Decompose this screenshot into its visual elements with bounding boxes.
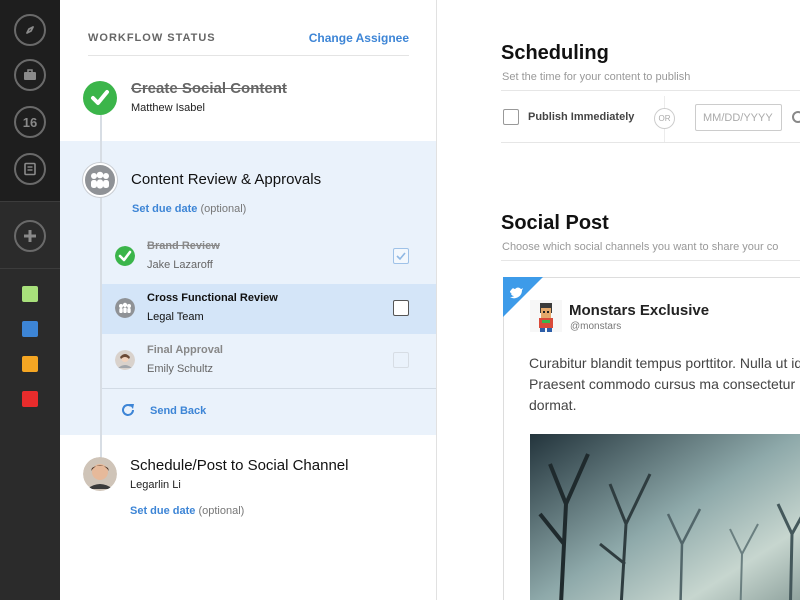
social-post-card[interactable]: Monstars Exclusive @monstars Curabitur b… [503,277,800,600]
step-title: Create Social Content [131,80,287,97]
swatch-blue[interactable] [22,321,38,337]
workflow-title: WORKFLOW STATUS [88,32,216,44]
rail-divider [0,268,60,269]
account-handle: @monstars [570,321,622,332]
scheduling-title: Scheduling [501,42,609,64]
rail-divider [0,201,60,202]
step-assignee: Matthew Isabel [131,102,205,114]
subtask-assignee: Legal Team [147,311,204,323]
due-date: Set due date (optional) [132,203,246,215]
check-icon [83,81,117,115]
account-name: Monstars Exclusive [569,302,710,319]
subtask-assignee: Emily Schultz [147,363,214,375]
change-assignee-link[interactable]: Change Assignee [309,31,409,45]
due-optional: (optional) [200,203,247,215]
swatch-orange[interactable] [22,356,38,372]
publish-immediately-checkbox[interactable] [503,109,519,125]
post-image [530,434,800,600]
subtask-title: Brand Review [147,240,220,252]
divider [501,90,800,91]
due-optional: (optional) [198,505,245,517]
main-content: Scheduling Set the time for your content… [437,0,800,600]
calendar-day: 16 [22,114,38,130]
set-due-date-link[interactable]: Set due date [130,505,195,517]
subtask-title: Final Approval [147,344,223,356]
social-post-title: Social Post [501,212,609,234]
notes-icon[interactable] [14,153,46,185]
send-back-button[interactable]: Send Back [150,405,206,417]
step-title: Schedule/Post to Social Channel [130,457,349,474]
or-badge: OR [654,108,675,129]
group-icon [83,163,117,197]
set-due-date-link[interactable]: Set due date [132,203,197,215]
plus-icon[interactable] [14,220,46,252]
post-body: Curabitur blandit tempus porttitor. Null… [529,355,800,413]
scheduling-hint: Set the time for your content to publish [502,71,691,83]
app-window: 16 WORKFLOW STATUS Change Assignee Brand… [0,0,800,600]
publish-immediately-label: Publish Immediately [528,111,635,123]
subtask-row[interactable]: Brand Review Jake Lazaroff [100,232,436,282]
calendar-icon[interactable]: 16 [14,106,46,138]
divider [501,260,800,261]
due-date: Set due date (optional) [130,505,244,517]
subtask-row[interactable]: Final Approval Emily Schultz [100,336,436,386]
subtask-title: Cross Functional Review [147,292,278,304]
avatar [83,457,117,491]
group-icon [115,298,135,318]
workflow-panel: WORKFLOW STATUS Change Assignee Brand Re… [60,0,437,600]
swatch-green[interactable] [22,286,38,302]
timeline-line [100,100,102,480]
social-post-hint: Choose which social channels you want to… [502,241,779,253]
refresh-icon[interactable] [120,402,136,418]
clock-icon[interactable] [792,111,800,123]
date-input[interactable] [695,104,782,131]
left-rail: 16 [0,0,60,600]
check-icon [115,246,135,266]
subtask-checkbox[interactable] [393,248,409,264]
step-title: Content Review & Approvals [131,171,322,188]
divider [501,142,800,143]
workflow-header: WORKFLOW STATUS Change Assignee [88,31,409,56]
step-assignee: Legarlin Li [130,479,181,491]
divider [100,388,436,389]
avatar [115,350,135,370]
subtask-row-active[interactable]: Cross Functional Review Legal Team [100,284,436,334]
briefcase-icon[interactable] [14,59,46,91]
subtask-assignee: Jake Lazaroff [147,259,213,271]
monstars-logo [530,300,562,332]
compass-icon[interactable] [14,14,46,46]
subtask-checkbox[interactable] [393,300,409,316]
swatch-red[interactable] [22,391,38,407]
subtask-checkbox[interactable] [393,352,409,368]
